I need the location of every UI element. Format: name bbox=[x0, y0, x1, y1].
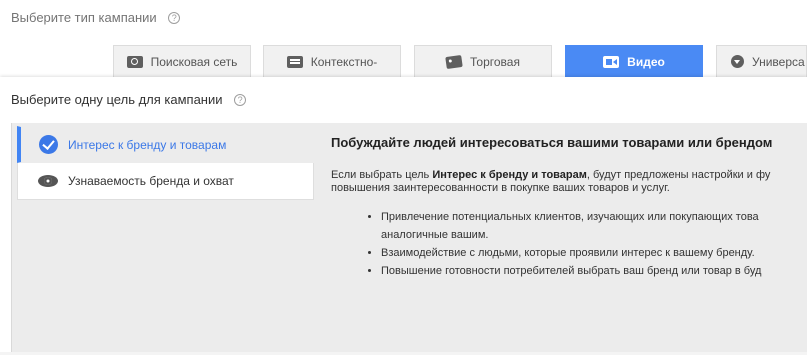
search-icon bbox=[126, 55, 143, 68]
tab-search-network[interactable]: Поисковая сеть bbox=[113, 45, 251, 77]
benefit-item: Повышение готовности потребителей выбрат… bbox=[381, 262, 807, 280]
goal-item-label: Интерес к бренду и товарам bbox=[68, 137, 227, 152]
intro-text: Если выбрать цель bbox=[331, 169, 433, 181]
benefit-item-continuation: аналогичные вашим. bbox=[381, 229, 489, 241]
goal-detail-intro: Если выбрать цель Интерес к бренду и тов… bbox=[331, 169, 807, 195]
help-icon[interactable]: ? bbox=[234, 94, 247, 106]
tab-shopping[interactable]: Торговая bbox=[414, 45, 552, 77]
goal-item-brand-awareness-reach[interactable]: Узнаваемость бренда и охват bbox=[17, 163, 314, 200]
benefit-item: Взаимодействие с людьми, которые проявил… bbox=[381, 244, 807, 262]
goal-list: Интерес к бренду и товарам Узнаваемость … bbox=[17, 126, 314, 200]
benefit-item: Привлечение потенциальных клиентов, изуч… bbox=[381, 208, 807, 226]
goal-item-product-brand-consideration[interactable]: Интерес к бренду и товарам bbox=[17, 126, 314, 163]
tab-label: Контекстно- bbox=[310, 55, 378, 69]
video-icon bbox=[603, 55, 620, 68]
tab-universal-app[interactable]: Универса bbox=[716, 45, 807, 77]
goal-benefits-list: Привлечение потенциальных клиентов, изуч… bbox=[331, 208, 807, 280]
help-icon[interactable]: ? bbox=[168, 12, 181, 24]
campaign-type-heading: Выберите тип кампании ? bbox=[11, 10, 181, 25]
goal-title: Выберите одну цель для кампании bbox=[11, 92, 223, 107]
intro-text: повышения заинтересованности в покупке в… bbox=[331, 182, 670, 194]
intro-goal-name: Интерес к бренду и товарам bbox=[432, 169, 587, 181]
eye-icon bbox=[38, 175, 58, 187]
goal-heading: Выберите одну цель для кампании ? bbox=[11, 92, 247, 107]
goal-selection-box: Интерес к бренду и товарам Узнаваемость … bbox=[11, 123, 807, 355]
goal-detail: Побуждайте людей интересоваться вашими т… bbox=[331, 135, 807, 280]
intro-text: , будут предложены настройки и фу bbox=[586, 169, 771, 181]
check-circle-icon bbox=[39, 135, 58, 154]
goal-panel: Выберите одну цель для кампании ? Интере… bbox=[0, 77, 807, 355]
display-icon bbox=[286, 56, 303, 68]
tab-label: Видео bbox=[627, 54, 665, 69]
tab-label: Универса bbox=[752, 54, 805, 69]
tab-video[interactable]: Видео bbox=[565, 45, 703, 77]
universal-app-icon bbox=[731, 55, 744, 68]
campaign-type-tabs: Поисковая сеть Контекстно- Торговая Виде… bbox=[0, 45, 807, 77]
tab-display-network[interactable]: Контекстно- bbox=[263, 45, 401, 77]
tab-label: Торговая bbox=[470, 54, 520, 69]
goal-detail-heading: Побуждайте людей интересоваться вашими т… bbox=[331, 135, 773, 150]
shopping-tag-icon bbox=[445, 54, 463, 69]
goal-item-label: Узнаваемость бренда и охват bbox=[68, 174, 234, 188]
tab-label: Поисковая сеть bbox=[150, 54, 238, 69]
campaign-type-title: Выберите тип кампании bbox=[11, 10, 157, 25]
